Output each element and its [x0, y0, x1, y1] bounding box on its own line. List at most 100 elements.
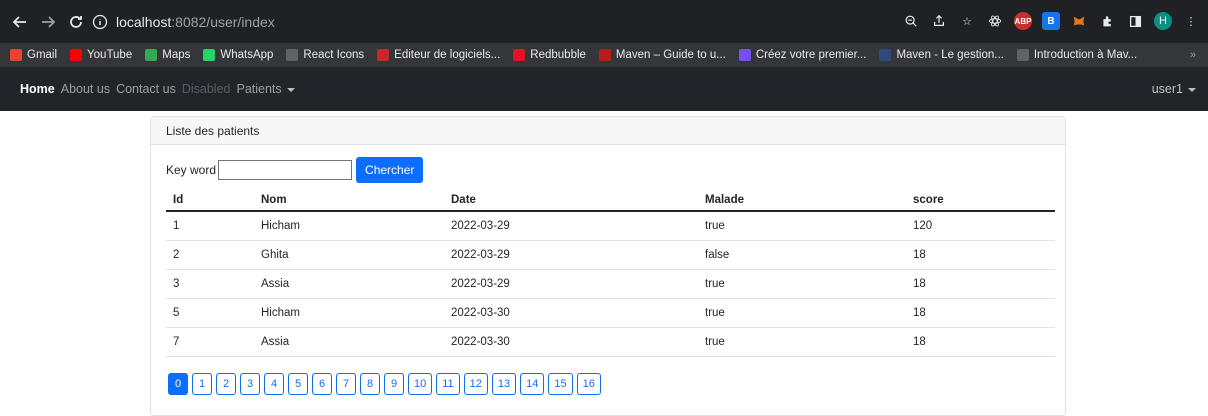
redbubble-icon: [513, 49, 526, 61]
caret-down-icon: [286, 87, 295, 92]
page-button[interactable]: 14: [520, 373, 545, 395]
bookmark-item[interactable]: YouTube: [70, 49, 132, 61]
app-navbar: Home About us Contact us Disabled Patients us…: [0, 67, 1208, 111]
table-row: 2 Ghita 2022-03-29 false 18: [166, 240, 1055, 270]
url-host: localhost: [116, 13, 172, 30]
table-cell: 2022-03-30: [444, 327, 698, 357]
info-icon[interactable]: [92, 14, 108, 30]
nav-item[interactable]: About us: [61, 82, 110, 96]
caret-down-icon: [1188, 87, 1196, 92]
table-header-row: Id Nom Date Malade score: [166, 189, 1055, 212]
card-title: Liste des patients: [151, 117, 1065, 145]
table-row: 3 Assia 2022-03-29 true 18: [166, 269, 1055, 299]
search-button[interactable]: Chercher: [356, 157, 424, 183]
editeur-icon: [377, 49, 390, 61]
bookmarks-bar: Gmail YouTube Maps WhatsApp React Icons Edite…: [0, 43, 1208, 67]
table-row: 5 Hicham 2022-03-30 true 18: [166, 298, 1055, 328]
bookmark-item[interactable]: Maven - Le gestion...: [879, 49, 1004, 61]
table-cell: 5: [166, 298, 254, 328]
bookmark-item[interactable]: Maps: [145, 49, 190, 61]
nav-item-label: Home: [20, 82, 55, 96]
nav-item[interactable]: Contact us: [116, 82, 176, 96]
bookmark-item[interactable]: Maven – Guide to u...: [598, 49, 726, 61]
bookmark-label: Redbubble: [530, 49, 586, 61]
table-cell: true: [698, 269, 906, 299]
forward-arrow-icon[interactable]: [36, 10, 60, 34]
table-cell: Ghita: [254, 240, 444, 270]
bookmark-label: Maps: [162, 49, 191, 61]
page-button[interactable]: 3: [240, 373, 260, 395]
patients-table: Id Nom Date Malade score 1 Hicham 2022-03-…: [166, 189, 1055, 357]
maps-icon: [145, 49, 158, 61]
page-button[interactable]: 15: [548, 373, 573, 395]
b-extension-icon[interactable]: B: [1042, 12, 1060, 30]
header-malade: Malade: [698, 189, 906, 212]
zoom-icon[interactable]: [902, 12, 920, 30]
gmail-icon: [10, 49, 22, 61]
table-cell: Assia: [254, 269, 444, 299]
react-extension-icon[interactable]: [986, 12, 1004, 30]
page-button[interactable]: 4: [264, 373, 284, 395]
table-cell: 2022-03-30: [444, 298, 698, 328]
page-button[interactable]: 9: [384, 373, 404, 395]
page-button[interactable]: 2: [216, 373, 236, 395]
metamask-extension-icon[interactable]: [1070, 12, 1088, 30]
page-button[interactable]: 1: [192, 373, 212, 395]
bookmark-label: YouTube: [87, 49, 133, 61]
table-cell: 2022-03-29: [444, 211, 698, 241]
globe-icon: [1016, 49, 1029, 61]
page-button[interactable]: 5: [288, 373, 308, 395]
back-arrow-icon[interactable]: [8, 10, 32, 34]
extensions-puzzle-icon[interactable]: [1098, 12, 1116, 30]
bookmark-label: Introduction à Mav...: [1033, 49, 1138, 61]
bookmark-item[interactable]: Editeur de logiciels...: [377, 49, 500, 61]
table-cell: true: [698, 327, 906, 357]
omnibar: localhost:8082/user/index ☆ ABP B H ⋮: [0, 5, 1208, 38]
nav-item: Disabled: [182, 82, 231, 96]
bookmark-label: Gmail: [27, 49, 58, 61]
page-button[interactable]: 7: [336, 373, 356, 395]
bookmarks-overflow-icon[interactable]: »: [1190, 49, 1196, 61]
bookmark-item[interactable]: Créez votre premier...: [738, 49, 866, 61]
table-cell: true: [698, 298, 906, 328]
table-cell: 18: [906, 327, 1055, 357]
table-cell: false: [698, 240, 906, 270]
bookmark-star-icon[interactable]: ☆: [958, 12, 976, 30]
bookmark-item[interactable]: Introduction à Mav...: [1016, 49, 1138, 61]
globe-icon: [286, 49, 299, 61]
table-cell: 7: [166, 327, 254, 357]
page-button[interactable]: 11: [436, 373, 460, 395]
table-row: 1 Hicham 2022-03-29 true 120: [166, 211, 1055, 241]
header-id: Id: [166, 189, 254, 212]
bookmark-label: Editeur de logiciels...: [394, 49, 501, 61]
profile-avatar[interactable]: H: [1154, 12, 1172, 30]
share-icon[interactable]: [930, 12, 948, 30]
keyword-input[interactable]: [218, 160, 353, 180]
reload-icon[interactable]: [64, 10, 88, 34]
table-row: 7 Assia 2022-03-30 true 18: [166, 327, 1055, 357]
table-cell: 2022-03-29: [444, 269, 698, 299]
kebab-menu-icon[interactable]: ⋮: [1182, 12, 1200, 30]
page-button[interactable]: 8: [360, 373, 380, 395]
page-button[interactable]: 16: [576, 373, 601, 395]
bookmark-label: Maven - Le gestion...: [896, 49, 1004, 61]
bookmark-item[interactable]: Gmail: [10, 49, 57, 61]
page-button[interactable]: 10: [408, 373, 433, 395]
table-cell: 2: [166, 240, 254, 270]
adblock-extension-icon[interactable]: ABP: [1014, 12, 1032, 30]
nav-item[interactable]: Patients: [236, 82, 295, 96]
user-dropdown[interactable]: user1: [1152, 82, 1196, 96]
table-cell: 3: [166, 269, 254, 299]
side-panel-icon[interactable]: [1126, 12, 1144, 30]
page-button[interactable]: 12: [463, 373, 488, 395]
bookmark-item[interactable]: Redbubble: [513, 49, 586, 61]
page-button[interactable]: 13: [491, 373, 517, 395]
header-date: Date: [444, 189, 698, 212]
nav-item[interactable]: Home: [20, 82, 55, 96]
bookmark-item[interactable]: React Icons: [286, 49, 364, 61]
table-cell: Assia: [254, 327, 444, 357]
bookmark-item[interactable]: WhatsApp: [203, 49, 273, 61]
page-button[interactable]: 0: [168, 373, 188, 395]
nav-item-label: About us: [60, 82, 111, 96]
page-button[interactable]: 6: [312, 373, 332, 395]
